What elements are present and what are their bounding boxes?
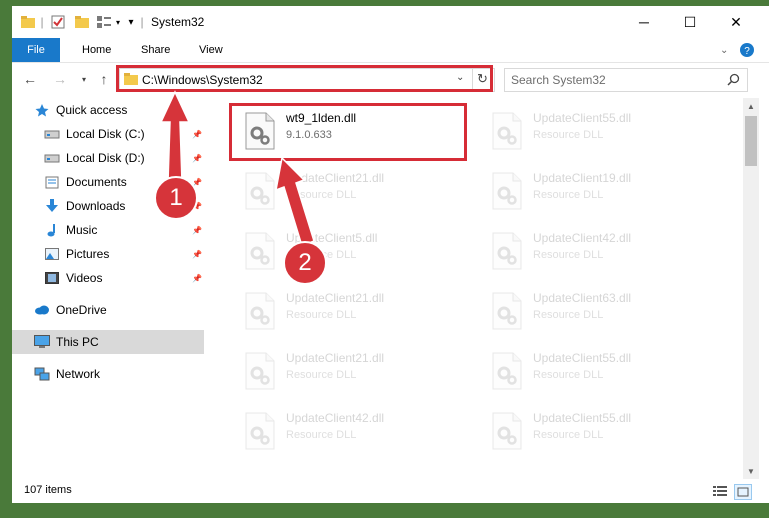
step-1-callout: 1 xyxy=(154,176,198,220)
arrow-up-to-file xyxy=(275,156,315,248)
arrow-up-to-address xyxy=(159,90,191,183)
annotation-arrows xyxy=(159,90,315,248)
step-2-callout: 2 xyxy=(283,241,327,285)
